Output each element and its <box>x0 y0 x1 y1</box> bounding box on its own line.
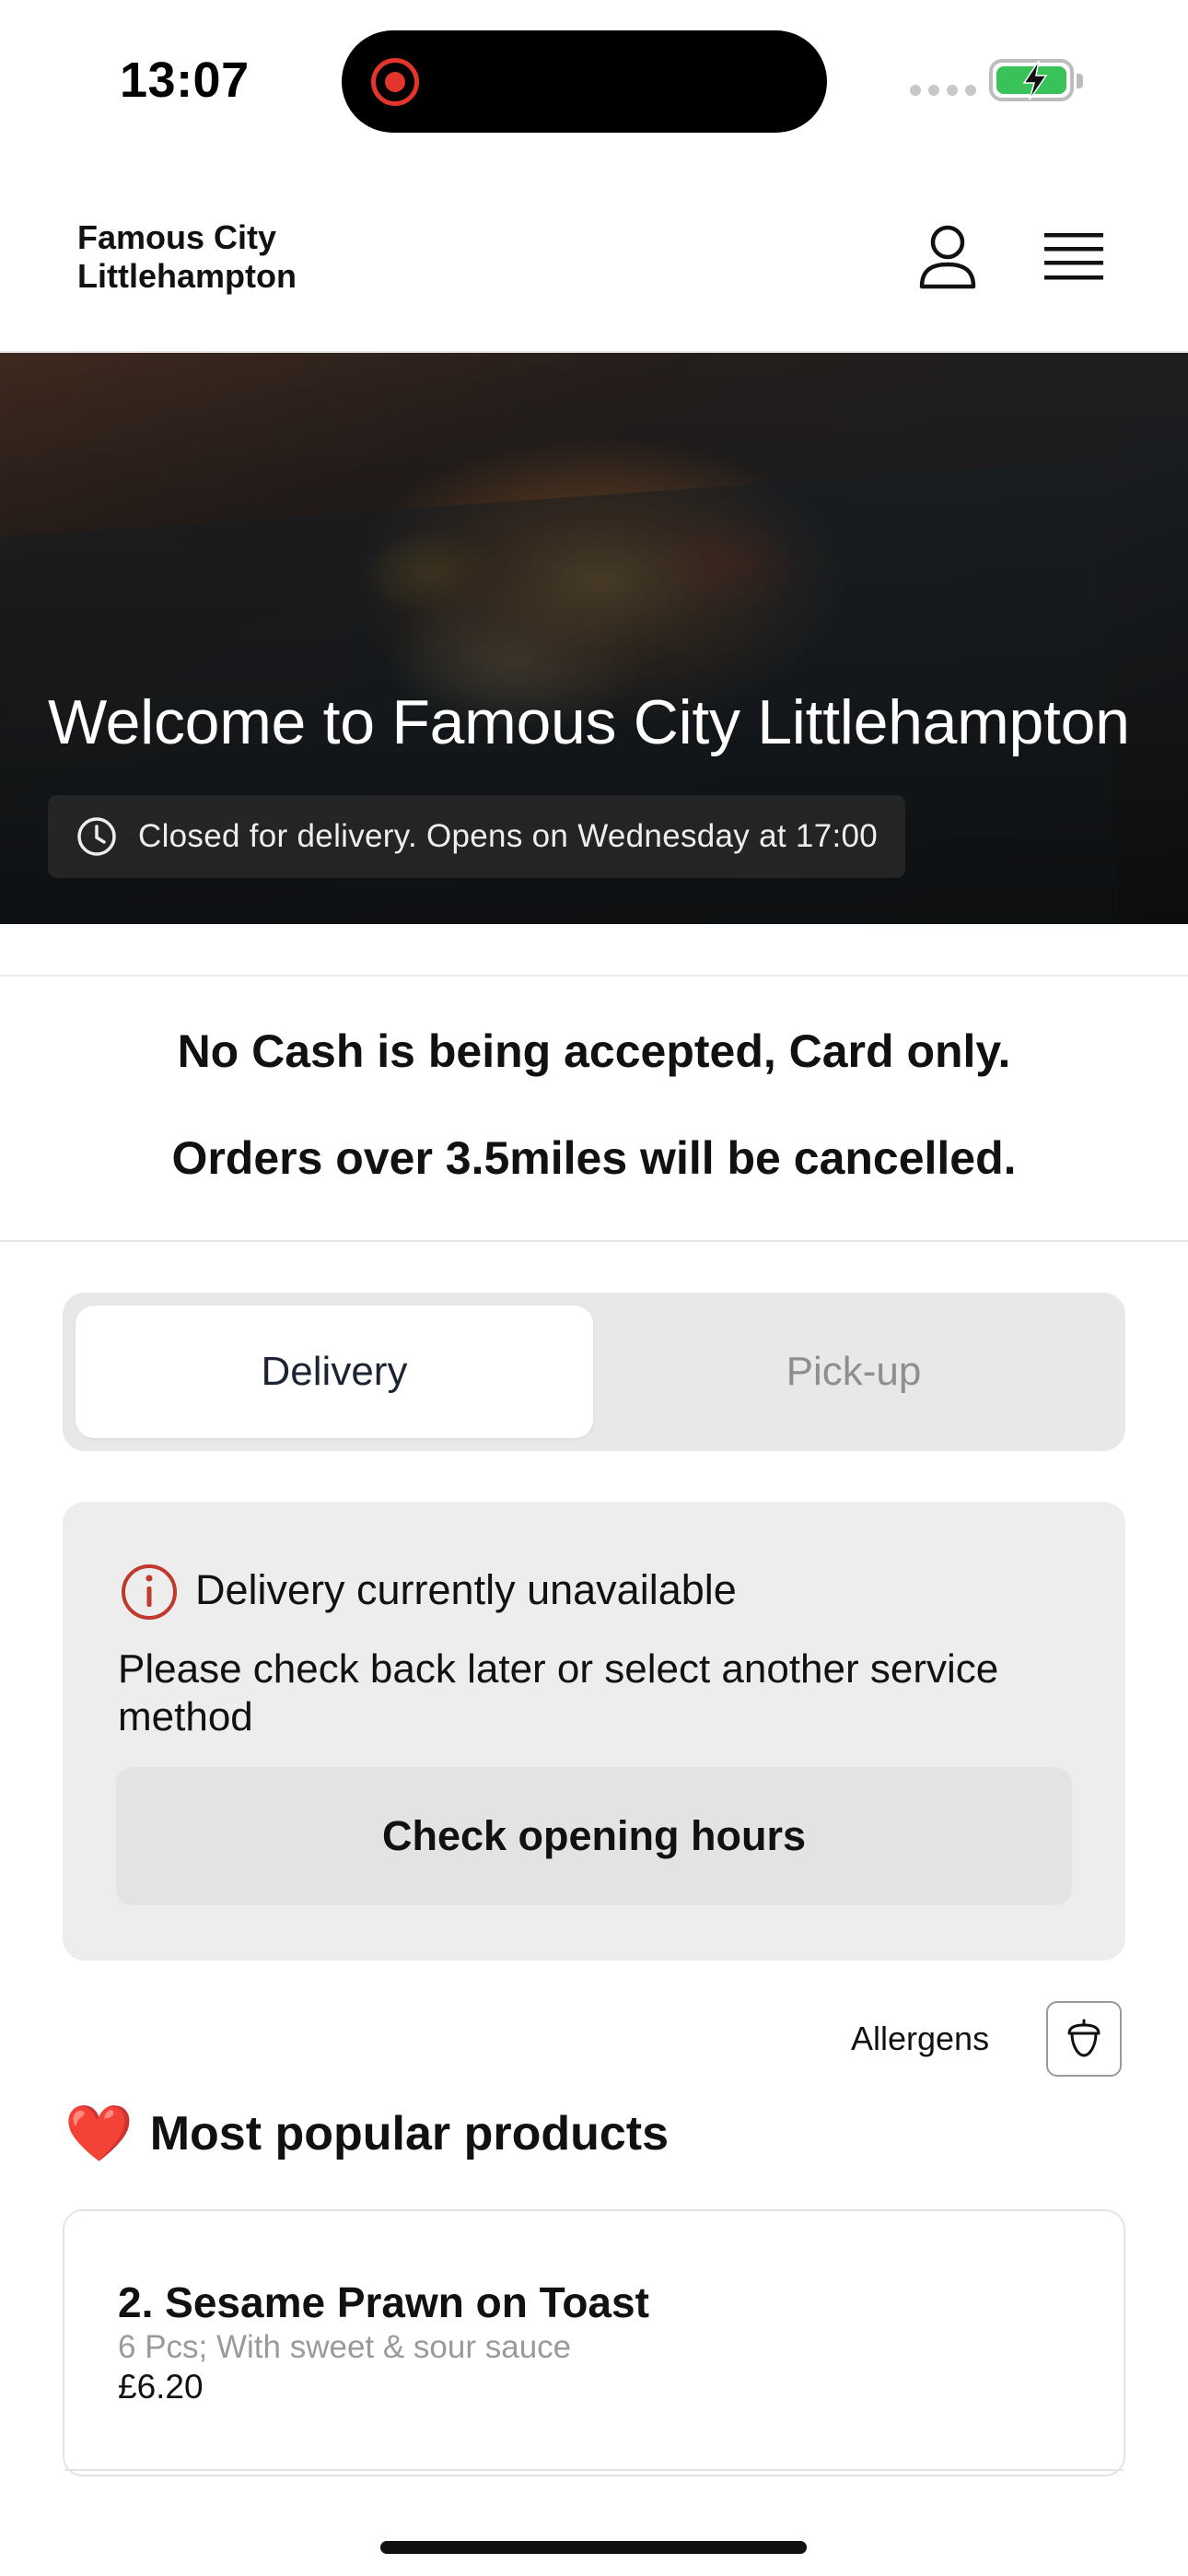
allergens-button[interactable] <box>1046 2001 1122 2077</box>
screen-record-icon[interactable] <box>371 58 419 106</box>
heart-emoji: ❤️ <box>64 2102 134 2166</box>
product-price: £6.20 <box>118 2368 204 2406</box>
opening-status-badge: Closed for delivery. Opens on Wednesday … <box>48 795 906 878</box>
user-icon[interactable] <box>917 224 978 290</box>
brand-line-2: Littlehampton <box>77 257 297 295</box>
opening-status-text: Closed for delivery. Opens on Wednesday … <box>138 818 879 854</box>
check-opening-hours-button[interactable]: Check opening hours <box>116 1767 1072 1905</box>
status-time: 13:07 <box>120 53 250 108</box>
product-description: 6 Pcs; With sweet & sour sauce <box>118 2329 572 2365</box>
service-type-toggle: Delivery Pick-up <box>63 1293 1125 1451</box>
info-warning-icon <box>120 1563 179 1622</box>
home-indicator[interactable] <box>380 2541 807 2554</box>
dynamic-island <box>342 30 827 133</box>
unavailable-title: Delivery currently unavailable <box>195 1566 737 1613</box>
hero-banner: Welcome to Famous City Littlehampton Clo… <box>0 353 1188 924</box>
delivery-unavailable-card: Delivery currently unavailable Please ch… <box>63 1502 1125 1961</box>
unavailable-description: Please check back later or select anothe… <box>118 1646 999 1739</box>
hamburger-menu-icon[interactable] <box>1044 231 1103 283</box>
allergens-label[interactable]: Allergens <box>851 2020 989 2058</box>
product-name: 2. Sesame Prawn on Toast <box>118 2278 649 2326</box>
signal-dots-icon <box>910 85 976 96</box>
popular-heading-text: Most popular products <box>149 2106 670 2160</box>
restaurant-brand[interactable]: Famous City Littlehampton <box>77 218 372 296</box>
clock-icon <box>77 817 116 856</box>
delivery-tab[interactable]: Delivery <box>76 1306 593 1438</box>
brand-line-1: Famous City <box>77 218 277 256</box>
status-bar: 13:07 <box>0 0 1188 161</box>
battery-charging-icon <box>989 59 1083 101</box>
product-card[interactable]: 2. Sesame Prawn on Toast 6 Pcs; With swe… <box>63 2209 1125 2476</box>
store-notice: No Cash is being accepted, Card only. Or… <box>0 975 1188 1242</box>
notice-line-2: Orders over 3.5miles will be cancelled. <box>171 1132 1017 1184</box>
hero-title: Welcome to Famous City Littlehampton <box>48 687 1130 757</box>
app-header: Famous City Littlehampton <box>0 161 1188 353</box>
card-divider <box>64 2469 1124 2471</box>
pickup-tab[interactable]: Pick-up <box>595 1306 1112 1438</box>
popular-products-heading: ❤️ Most popular products <box>64 2101 669 2166</box>
notice-line-1: No Cash is being accepted, Card only. <box>177 1025 1011 1077</box>
acorn-icon <box>1067 2019 1101 2057</box>
